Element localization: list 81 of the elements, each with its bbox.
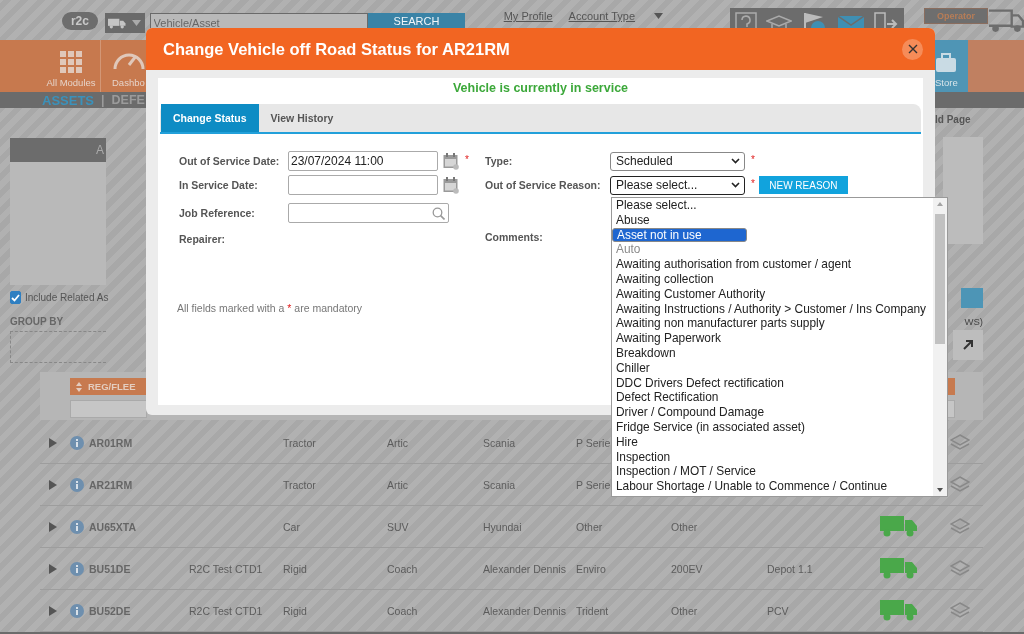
dropdown-option[interactable]: Awaiting Instructions / Authority > Customer / Ins Company <box>612 301 933 317</box>
dropdown-option[interactable]: Labour Shortage / Unable to Commence / Continue <box>612 479 933 494</box>
table-cell: Trident <box>576 604 609 617</box>
required-mark: * <box>465 154 469 165</box>
dropdown-option[interactable]: Please select... <box>612 198 933 213</box>
checkbox-label: Include Related As <box>25 292 109 303</box>
table-cell: Scania <box>483 478 516 491</box>
tab[interactable]: Change Status <box>161 104 259 132</box>
table-cell: BU52DE <box>89 604 131 617</box>
table-cell: BU51DE <box>89 562 131 575</box>
tab[interactable]: View History <box>258 104 346 132</box>
dropdown-option[interactable]: Defect Rectification <box>612 390 933 406</box>
breadcrumb-separator: | <box>101 93 105 107</box>
group-by-label: GROUP BY <box>10 316 65 327</box>
header-link[interactable]: My Profile <box>503 10 553 22</box>
field-label: Out of Service Reason: <box>485 179 602 191</box>
table-cell: P Serie <box>576 436 611 449</box>
field-label: Job Reference: <box>179 207 256 219</box>
table-cell: Tractor <box>283 436 316 449</box>
field-label: Type: <box>485 155 514 167</box>
dropdown-option[interactable]: Inspection / MOT / Service <box>612 464 933 480</box>
field-label: In Service Date: <box>179 179 259 191</box>
table-cell: Car <box>283 520 300 533</box>
date-field[interactable]: 23/07/2024 11:00 <box>288 151 438 171</box>
page-link[interactable]: ld Page <box>935 114 983 125</box>
required-mark: * <box>751 178 755 189</box>
tile-label: Dashbo <box>112 77 145 88</box>
dropdown-option[interactable]: Awaiting collection <box>612 272 933 287</box>
dropdown-option[interactable]: DDC Drivers Defect rectification <box>612 375 933 391</box>
table-cell: Depot 1.1 <box>767 562 813 575</box>
table-cell: AU65XTA <box>89 520 137 533</box>
table-cell: R2C Test CTD1 <box>189 604 263 617</box>
rows-note: WS) <box>964 316 983 327</box>
table-cell: AR21RM <box>89 478 133 491</box>
table-cell: AR01RM <box>89 436 133 449</box>
dropdown-option[interactable]: Awaiting Customer Authority <box>612 286 933 302</box>
table-cell: Alexander Dennis <box>483 604 566 617</box>
header-link[interactable]: Account Type <box>568 10 636 22</box>
table-cell: Scania <box>483 436 516 449</box>
dropdown-option[interactable]: Breakdown <box>612 345 933 361</box>
table-cell: PCV <box>767 604 789 617</box>
dropdown-option[interactable]: Hire <box>612 434 933 450</box>
table-cell: Tractor <box>283 478 316 491</box>
table-cell: Other <box>671 520 698 533</box>
dropdown-option[interactable]: Driver / Compound Damage <box>612 405 933 420</box>
select-field[interactable]: Scheduled <box>610 151 745 171</box>
dropdown-option[interactable]: Awaiting authorisation from customer / agent <box>612 257 933 272</box>
field-label: Repairer: <box>179 233 227 245</box>
select-field[interactable]: Please select... <box>610 175 745 195</box>
table-cell: Coach <box>387 604 418 617</box>
field-label: Out of Service Date: <box>179 155 281 167</box>
table-cell: Other <box>576 520 603 533</box>
table-cell: 200EV <box>671 562 703 575</box>
table-cell: Artic <box>387 436 408 449</box>
tile-label: Store <box>935 77 958 88</box>
table-cell: R2C Test CTD1 <box>189 562 263 575</box>
table-cell: Alexander Dennis <box>483 562 566 575</box>
table-cell: Rigid <box>283 604 307 617</box>
dropdown-option[interactable]: Asset not in use <box>612 227 747 243</box>
table-cell: SUV <box>387 520 409 533</box>
dropdown-option[interactable]: Fridge Service (in associated asset) <box>612 419 933 435</box>
table-cell: Other <box>671 604 698 617</box>
panel-title: A <box>96 143 104 157</box>
table-cell: Enviro <box>576 562 606 575</box>
table-cell: Artic <box>387 478 408 491</box>
dropdown-option[interactable]: Awaiting non manufacturer parts supply <box>612 316 933 332</box>
table-cell: Coach <box>387 562 418 575</box>
status-message: Vehicle is currently in service <box>451 80 630 97</box>
table-cell: Rigid <box>283 562 307 575</box>
dropdown-option[interactable]: Inspection <box>612 449 933 465</box>
search-button[interactable]: SEARCH <box>368 13 465 29</box>
dropdown-option[interactable]: Abuse <box>612 212 933 228</box>
tile-label: All Modules <box>46 77 96 88</box>
mandatory-note: All fields marked with a * are mandatory <box>177 302 362 314</box>
dropdown-option[interactable]: Chiller <box>612 360 933 376</box>
table-cell: P Serie <box>576 478 611 491</box>
dropdown-option[interactable]: Awaiting Paperwork <box>612 331 933 346</box>
field-label: Comments: <box>485 231 544 243</box>
dialog-title: Change Vehicle off Road Status for AR21RM <box>163 39 510 59</box>
table-cell: Hyundai <box>483 520 522 533</box>
required-mark: * <box>751 154 755 165</box>
